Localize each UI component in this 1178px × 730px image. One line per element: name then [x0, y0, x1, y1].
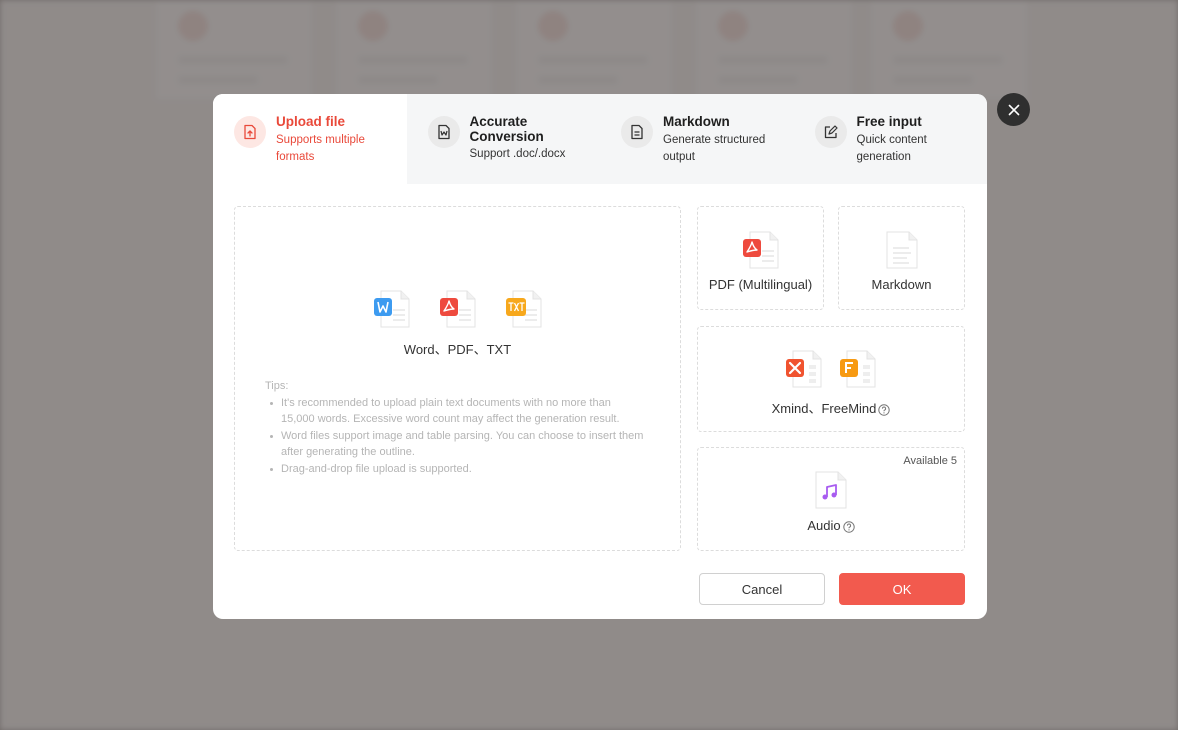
option-label: Markdown	[871, 277, 932, 292]
tab-title: Accurate Conversion	[469, 114, 544, 144]
tab-upload-file[interactable]: Upload file Supports multiple formats	[213, 94, 407, 184]
option-audio[interactable]: Available 5 Audio	[697, 447, 965, 551]
file-drop-zone[interactable]: Word、PDF、TXT Tips: It's recommended to u…	[234, 206, 681, 551]
supported-formats-label: Word、PDF、TXT	[403, 342, 512, 357]
option-mindmap[interactable]: Xmind、FreeMind	[697, 326, 965, 432]
txt-file-icon	[505, 290, 541, 328]
modal-content: Word、PDF、TXT Tips: It's recommended to u…	[213, 184, 987, 619]
pdf-file-icon	[439, 290, 475, 328]
close-modal-button[interactable]	[997, 93, 1030, 126]
option-label: Audio	[807, 518, 841, 533]
cancel-button[interactable]: Cancel	[699, 573, 825, 605]
tab-bar: Upload file Supports multiple formats Ac…	[213, 94, 987, 184]
import-modal: Upload file Supports multiple formats Ac…	[213, 94, 987, 619]
freemind-file-icon	[840, 350, 876, 388]
option-pdf[interactable]: PDF (Multilingual)	[697, 206, 824, 310]
tab-subtitle: Support .doc/.docx	[469, 148, 566, 160]
edit-icon	[814, 116, 847, 148]
tab-title: Upload file	[276, 114, 346, 129]
tip-item: It's recommended to upload plain text do…	[270, 395, 645, 428]
upload-file-icon	[234, 116, 266, 148]
document-lines-icon	[621, 116, 653, 148]
tip-item: Drag-and-drop file upload is supported.	[270, 461, 645, 478]
tab-free-input[interactable]: Free input Quick content generation	[794, 94, 988, 184]
tip-item: Word files support image and table parsi…	[270, 428, 645, 461]
close-icon	[1008, 104, 1019, 115]
tab-subtitle: Supports multiple formats	[276, 134, 365, 163]
option-label: PDF (Multilingual)	[708, 277, 813, 292]
tab-subtitle: Generate structured output	[663, 134, 766, 163]
pdf-file-icon	[742, 231, 778, 269]
audio-file-icon	[815, 471, 847, 509]
tab-accurate-conversion[interactable]: Accurate Conversion Support .doc/.docx	[407, 94, 601, 184]
option-markdown[interactable]: Markdown	[838, 206, 965, 310]
audio-available-count: Available 5	[903, 455, 957, 467]
tab-title: Markdown	[663, 114, 730, 129]
ok-button[interactable]: OK	[839, 573, 965, 605]
tab-markdown[interactable]: Markdown Generate structured output	[600, 94, 794, 184]
help-icon[interactable]	[842, 520, 855, 533]
markdown-file-icon	[886, 231, 917, 269]
file-type-icons	[235, 289, 680, 329]
xmind-file-icon	[786, 350, 822, 388]
word-doc-icon	[427, 116, 460, 148]
tips-list: It's recommended to upload plain text do…	[265, 395, 645, 478]
tips-title: Tips:	[265, 380, 289, 392]
tab-subtitle: Quick content generation	[856, 134, 927, 163]
tab-title: Free input	[856, 114, 922, 129]
help-icon[interactable]	[878, 403, 891, 416]
upload-tips: Tips: It's recommended to upload plain t…	[265, 378, 645, 477]
word-file-icon	[373, 290, 409, 328]
option-label: Xmind、FreeMind	[771, 401, 877, 416]
